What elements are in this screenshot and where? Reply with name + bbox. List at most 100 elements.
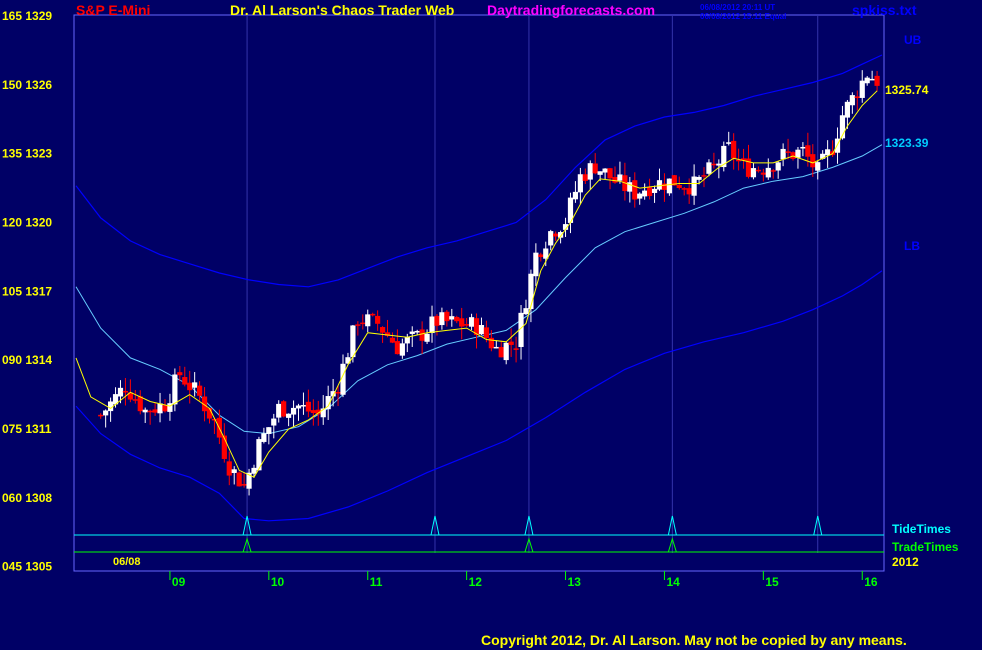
candle-body	[355, 324, 361, 326]
candle-body	[548, 231, 554, 246]
candle-body	[533, 252, 539, 277]
candle-body	[419, 329, 425, 341]
candle-body	[206, 408, 213, 419]
candle-body	[157, 403, 163, 414]
y-tick-label: 075 1311	[2, 422, 52, 436]
candle-body	[360, 322, 366, 325]
candle-body	[370, 313, 376, 316]
candle-body	[765, 167, 771, 178]
candle-body	[266, 427, 272, 434]
candle-body	[592, 163, 598, 174]
candle-body	[493, 346, 499, 349]
candle-body	[701, 175, 707, 177]
candle-body	[182, 377, 188, 385]
candle-body	[365, 314, 371, 327]
candle-body	[864, 77, 870, 84]
candle-body	[597, 171, 603, 175]
candle-body	[98, 414, 104, 417]
candle-body	[750, 168, 757, 178]
y-tick-label: 060 1308	[2, 491, 52, 505]
x-tick-label: 15	[765, 575, 779, 589]
candle-body	[731, 140, 737, 159]
candle-body	[394, 341, 401, 355]
timestamp-local: 06/08/2012 15:11 Equal	[700, 12, 786, 21]
candle-body	[389, 337, 396, 343]
candle-body	[241, 484, 247, 486]
candle-body	[310, 410, 316, 414]
candle-body	[103, 410, 109, 416]
candle-body	[869, 78, 875, 81]
candle-body	[617, 174, 623, 181]
candle-body	[696, 176, 702, 180]
candle-body	[295, 405, 302, 409]
candle-body	[498, 347, 504, 358]
candle-body	[276, 403, 282, 418]
candle-body	[152, 409, 158, 413]
mid-average-price-label: 1323.39	[885, 136, 929, 150]
candle-body	[553, 233, 559, 237]
candle-body	[755, 169, 761, 172]
candle-body	[656, 180, 663, 190]
candle-body	[513, 348, 519, 350]
candle-body	[177, 372, 183, 376]
chaos-trader-chart: 165 1329 150 1326 135 1323 120 1320 105 1317…	[0, 0, 982, 650]
y-tick-label: 120 1320	[2, 216, 52, 230]
candle-body	[805, 145, 811, 157]
candle-body	[226, 461, 232, 476]
candle-body	[572, 191, 579, 200]
candle-body	[661, 183, 668, 190]
candle-body	[523, 308, 529, 315]
candle-body	[251, 467, 257, 474]
x-tick-label: 14	[666, 575, 680, 589]
candle-body	[404, 337, 410, 344]
candle-body	[666, 178, 672, 194]
legend-tide-times: TideTimes	[892, 522, 951, 536]
candle-body	[464, 324, 470, 326]
candle-body	[538, 254, 544, 258]
candle-body	[810, 154, 816, 168]
upper-band-label: UB	[904, 33, 922, 47]
candle-body	[281, 401, 287, 417]
x-tick-label: 10	[271, 575, 285, 589]
candle-body	[508, 341, 514, 345]
x-tick-label: 12	[469, 575, 483, 589]
candle-body	[350, 325, 356, 358]
candle-body	[122, 390, 129, 393]
candle-body	[612, 176, 618, 183]
candle-body	[132, 399, 138, 401]
candle-body	[760, 172, 766, 175]
x-tick-label: 13	[568, 575, 582, 589]
candle-body	[300, 405, 307, 407]
candle-body	[849, 95, 855, 106]
candle-body	[192, 382, 198, 388]
y-tick-label: 135 1323	[2, 147, 52, 161]
candle-body	[607, 168, 613, 179]
candle-body	[162, 405, 168, 412]
candle-body	[577, 174, 583, 193]
candle-body	[859, 80, 865, 98]
candle-body	[711, 163, 717, 166]
candle-body	[785, 151, 791, 153]
candle-body	[305, 401, 311, 412]
candle-body	[676, 185, 682, 189]
candle-body	[399, 343, 405, 356]
candle-body	[716, 163, 722, 166]
candle-body	[172, 374, 178, 405]
candle-body	[691, 176, 697, 196]
candle-body	[454, 316, 460, 322]
fast-average-price-label: 1325.74	[885, 83, 929, 97]
page-title: Dr. Al Larson's Chaos Trader Web	[230, 2, 454, 18]
candle-body	[775, 162, 781, 171]
site-link[interactable]: Daytradingforecasts.com	[487, 2, 655, 18]
candle-body	[231, 469, 237, 474]
y-tick-label: 150 1326	[2, 78, 52, 92]
candle-body	[290, 407, 297, 415]
y-tick-label: 090 1314	[2, 353, 52, 367]
candle-body	[706, 162, 712, 174]
x-tick-label: 09	[172, 575, 186, 589]
candle-body	[800, 146, 806, 149]
candle-body	[147, 410, 153, 413]
candle-body	[335, 392, 341, 394]
candle-body	[681, 188, 687, 190]
candle-body	[468, 317, 475, 327]
